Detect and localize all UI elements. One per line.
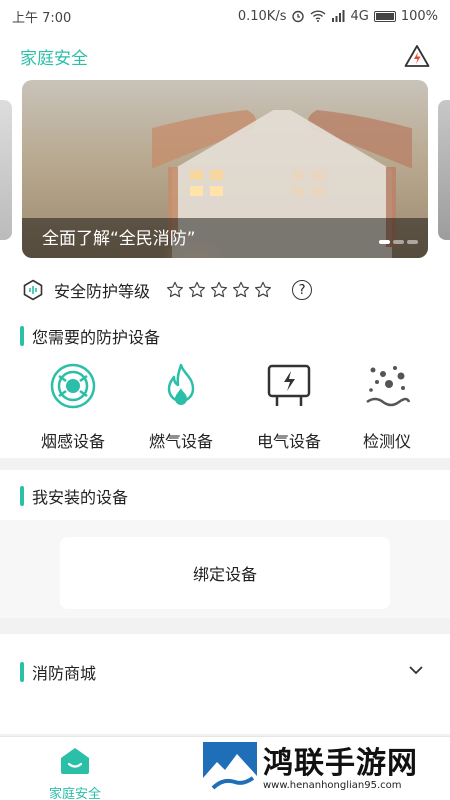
status-bar: 上午 7:00 0.10K/s 4G 100% — [0, 0, 450, 32]
star-outline-icon — [254, 281, 272, 298]
section-shop-title: 消防商城 — [32, 664, 97, 683]
shop-panel — [0, 634, 450, 734]
star-outline-icon — [166, 281, 184, 298]
safety-level-label: 安全防护等级 — [54, 282, 151, 301]
signal-icon — [332, 10, 345, 22]
smoke-detector-icon — [50, 363, 96, 409]
star-outline-icon — [210, 281, 228, 298]
star-outline-icon — [232, 281, 250, 298]
battery-icon — [373, 10, 396, 22]
device-label: 燃气设备 — [148, 432, 213, 451]
device-electric[interactable]: 电气设备 — [239, 362, 339, 452]
warning-triangle-icon[interactable] — [404, 44, 430, 68]
wifi-icon — [310, 10, 326, 22]
section-installed-header: 我安装的设备 — [20, 484, 128, 508]
device-label: 电气设备 — [256, 432, 321, 451]
electric-board-icon — [267, 364, 311, 406]
section-accent-bar — [20, 662, 24, 682]
device-smoke[interactable]: 烟感设备 — [23, 362, 123, 452]
carousel-prev-slide[interactable] — [0, 100, 12, 240]
page-title: 家庭安全 — [20, 48, 88, 69]
banner-caption: 全面了解“全民消防” — [42, 229, 196, 249]
carousel-dot — [379, 240, 390, 244]
carousel-dot — [407, 240, 418, 244]
shield-icon — [23, 279, 43, 301]
help-icon[interactable]: ? — [292, 280, 313, 300]
particles-icon — [366, 366, 411, 407]
home-icon — [61, 748, 89, 774]
chevron-down-icon[interactable] — [408, 662, 424, 678]
nav-home[interactable]: 家庭安全 — [42, 747, 108, 800]
device-label: 检测仪 — [362, 432, 411, 451]
alarm-icon — [292, 10, 305, 23]
safety-stars — [166, 281, 272, 299]
carousel-indicator — [379, 240, 418, 244]
section-shop-header[interactable]: 消防商城 — [20, 660, 96, 684]
safety-level-row: 安全防护等级 ? — [22, 276, 313, 304]
carousel-next-slide[interactable] — [438, 100, 450, 240]
carousel-dot — [393, 240, 404, 244]
watermark-title: 鸿联手游网 — [263, 745, 418, 781]
nav-home-label: 家庭安全 — [48, 787, 101, 800]
section-installed-title: 我安装的设备 — [32, 488, 129, 507]
star-outline-icon — [188, 281, 206, 298]
battery-level: 100% — [400, 8, 438, 24]
app-header: 家庭安全 — [0, 32, 450, 80]
device-detector[interactable]: 检测仪 — [347, 362, 427, 452]
section-accent-bar — [20, 486, 24, 506]
section-accent-bar — [20, 326, 24, 346]
bind-device-button[interactable]: 绑定设备 — [60, 537, 390, 609]
watermark-logo-icon — [203, 742, 257, 796]
device-list: 烟感设备 燃气设备 电气设备 检测仪 — [0, 362, 450, 452]
banner-carousel[interactable]: 全面了解“全民消防” — [22, 80, 428, 258]
network-speed: 0.10K/s — [237, 8, 287, 24]
status-time: 上午 7:00 — [12, 10, 72, 26]
section-devices-header: 您需要的防护设备 — [20, 324, 160, 348]
watermark-url: www.henanhonglian95.com — [263, 779, 402, 791]
network-type: 4G — [350, 8, 369, 24]
device-label: 烟感设备 — [40, 432, 105, 451]
watermark: 鸿联手游网 www.henanhonglian95.com — [203, 741, 448, 797]
section-devices-title: 您需要的防护设备 — [32, 328, 161, 347]
flame-icon — [167, 363, 195, 405]
device-gas[interactable]: 燃气设备 — [131, 362, 231, 452]
